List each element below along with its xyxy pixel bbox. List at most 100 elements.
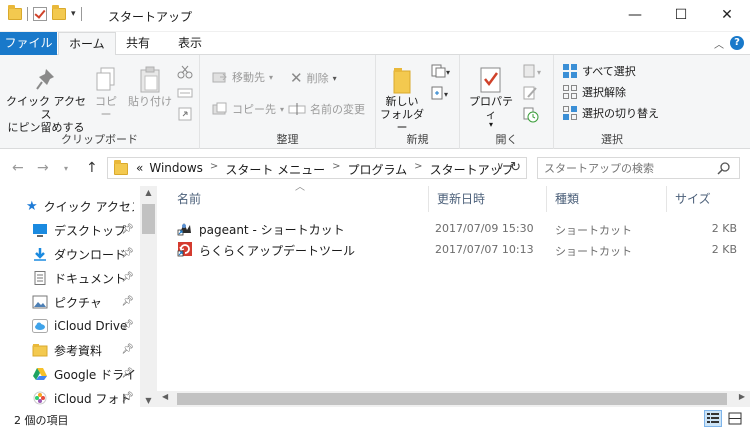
scrollbar-thumb[interactable]	[142, 204, 155, 234]
pin-icon[interactable]: 📌︎	[121, 224, 134, 235]
breadcrumb-item[interactable]: スタート メニュー	[225, 161, 325, 178]
file-row[interactable]: pageant - ショートカット 2017/07/09 15:30 ショートカ…	[169, 218, 743, 239]
select-all-button[interactable]: すべて選択	[562, 63, 636, 79]
move-to-button[interactable]: 移動先 ▾	[212, 69, 273, 85]
new-item-icon[interactable]: ▾	[430, 63, 452, 79]
column-header-name[interactable]: 名前	[169, 186, 429, 212]
help-icon[interactable]: ?	[730, 36, 744, 50]
breadcrumb-chevron-icon[interactable]: >	[332, 161, 340, 178]
scrollbar-thumb[interactable]	[177, 393, 727, 405]
organize-group-label: 整理	[276, 133, 299, 146]
properties-check-icon[interactable]	[33, 7, 47, 21]
back-arrow-icon[interactable]: ←	[12, 160, 24, 176]
tab-home[interactable]: ホーム	[58, 32, 116, 56]
file-name: pageant - ショートカット	[199, 223, 345, 237]
pin-icon[interactable]: 📌︎	[121, 392, 134, 403]
scroll-left-icon[interactable]: ◀	[162, 392, 168, 401]
column-header-modified[interactable]: 更新日時	[429, 186, 547, 212]
pin-icon[interactable]: 📌︎	[121, 320, 134, 331]
select-none-button[interactable]: 選択解除	[562, 84, 626, 100]
minimize-button[interactable]: —	[612, 0, 658, 30]
open-icon[interactable]: ▾	[522, 63, 546, 79]
properties-button[interactable]: プロパティ ▾	[466, 65, 516, 129]
tab-share[interactable]: 共有	[116, 32, 160, 55]
file-type: ショートカット	[555, 245, 632, 258]
pin-icon[interactable]: 📌︎	[121, 344, 134, 355]
history-icon[interactable]	[522, 107, 540, 123]
copy-to-button[interactable]: コピー先 ▾	[212, 101, 284, 117]
copy-path-icon[interactable]	[177, 86, 193, 100]
copy-to-dropdown-icon: ▾	[280, 104, 285, 114]
paste-button[interactable]: 貼り付け	[128, 65, 172, 108]
nav-pictures[interactable]: ピクチャ 📌︎	[32, 290, 140, 314]
new-folder-label-1: 新しい	[385, 95, 419, 108]
move-to-dropdown-icon: ▾	[269, 72, 274, 82]
address-bar[interactable]: « Windows > スタート メニュー > プログラム > スタートアップ …	[107, 157, 527, 179]
nav-item-label: クイック アクセス	[43, 199, 134, 214]
file-type: ショートカット	[555, 224, 632, 237]
column-header-type[interactable]: 種類	[547, 186, 667, 212]
new-folder-button[interactable]: 新しい フォルダー	[380, 65, 424, 134]
refresh-icon[interactable]: ↻	[510, 160, 521, 175]
up-arrow-icon[interactable]: ↑	[86, 160, 98, 176]
nav-google-drive[interactable]: Google ドライブ 📌︎	[32, 362, 140, 386]
recent-locations-icon[interactable]: ▾	[64, 164, 68, 173]
nav-downloads[interactable]: ダウンロード 📌︎	[32, 242, 140, 266]
maximize-button[interactable]: ☐	[658, 0, 704, 30]
breadcrumb-item[interactable]: プログラム	[348, 161, 408, 178]
forward-arrow-icon[interactable]: →	[37, 160, 49, 176]
pin-icon[interactable]: 📌︎	[121, 368, 134, 379]
new-folder-icon[interactable]	[52, 5, 66, 20]
close-button[interactable]: ✕	[704, 0, 750, 30]
details-view-button[interactable]	[704, 410, 722, 427]
scroll-down-icon[interactable]: ▼	[140, 396, 157, 405]
nav-desktop[interactable]: デスクトップ 📌︎	[32, 218, 140, 242]
breadcrumb: « Windows > スタート メニュー > プログラム > スタートアップ	[136, 161, 514, 178]
paste-shortcut-icon[interactable]	[177, 107, 193, 121]
column-header-size[interactable]: サイズ	[667, 186, 743, 212]
folder-icon[interactable]	[8, 5, 22, 20]
search-input[interactable]	[544, 158, 714, 178]
pin-quick-access-button[interactable]: クイック アクセス にピン留めする	[6, 65, 86, 134]
easy-access-icon[interactable]: ▾	[430, 85, 452, 101]
address-dropdown-icon[interactable]: ∨	[497, 161, 504, 172]
ribbon-collapse-icon[interactable]: ︿	[714, 36, 724, 51]
copy-button[interactable]: コピー	[90, 65, 122, 121]
pin-icon[interactable]: 📌︎	[121, 272, 134, 283]
paste-label: 貼り付け	[128, 95, 172, 108]
window-title: スタートアップ	[108, 10, 193, 24]
navigation-scrollbar[interactable]: ▲ ▼	[140, 186, 157, 407]
nav-reference-folder[interactable]: 参考資料 📌︎	[32, 338, 140, 362]
tab-view[interactable]: 表示	[168, 32, 212, 55]
edit-icon[interactable]	[522, 85, 540, 101]
select-none-icon	[563, 85, 577, 99]
breadcrumb-chevron-icon[interactable]: >	[414, 161, 422, 178]
breadcrumb-item[interactable]: Windows	[149, 161, 203, 178]
tab-file[interactable]: ファイル	[0, 32, 57, 55]
icloud-drive-icon	[32, 319, 48, 333]
breadcrumb-overflow[interactable]: «	[136, 161, 143, 178]
file-row[interactable]: らくらくアップデートツール 2017/07/07 10:13 ショートカット 2…	[169, 239, 743, 260]
cut-icon[interactable]	[177, 65, 193, 79]
nav-quick-access[interactable]: ★ クイック アクセス	[26, 194, 140, 218]
qat-dropdown-icon[interactable]: ▾	[71, 9, 76, 19]
scroll-up-icon[interactable]: ▲	[140, 188, 157, 197]
search-box[interactable]	[537, 157, 740, 179]
large-icons-view-button[interactable]	[726, 410, 744, 427]
delete-button[interactable]: ✕ 削除 ▾	[290, 69, 337, 87]
file-list-horizontal-scrollbar[interactable]: ◀ ▶	[157, 391, 750, 407]
ribbon-tabs: ファイル ホーム 共有 表示 ︿ ?	[0, 32, 750, 56]
title-bar: ▾ スタートアップ — ☐ ✕	[0, 0, 750, 32]
nav-documents[interactable]: ドキュメント 📌︎	[32, 266, 140, 290]
scroll-right-icon[interactable]: ▶	[739, 392, 745, 401]
rename-icon	[288, 103, 306, 115]
ribbon: クイック アクセス にピン留めする コピー 貼り付け クリップボード 移動先 ▾…	[0, 55, 750, 149]
breadcrumb-chevron-icon[interactable]: >	[210, 161, 218, 178]
nav-icloud-drive[interactable]: iCloud Drive 📌︎	[32, 314, 140, 338]
file-size: 2 KB	[711, 222, 737, 235]
pin-icon[interactable]: 📌︎	[121, 248, 134, 259]
rename-button[interactable]: 名前の変更	[288, 101, 365, 117]
pin-icon[interactable]: 📌︎	[121, 296, 134, 307]
paste-icon	[140, 66, 160, 93]
invert-selection-button[interactable]: 選択の切り替え	[562, 105, 659, 121]
